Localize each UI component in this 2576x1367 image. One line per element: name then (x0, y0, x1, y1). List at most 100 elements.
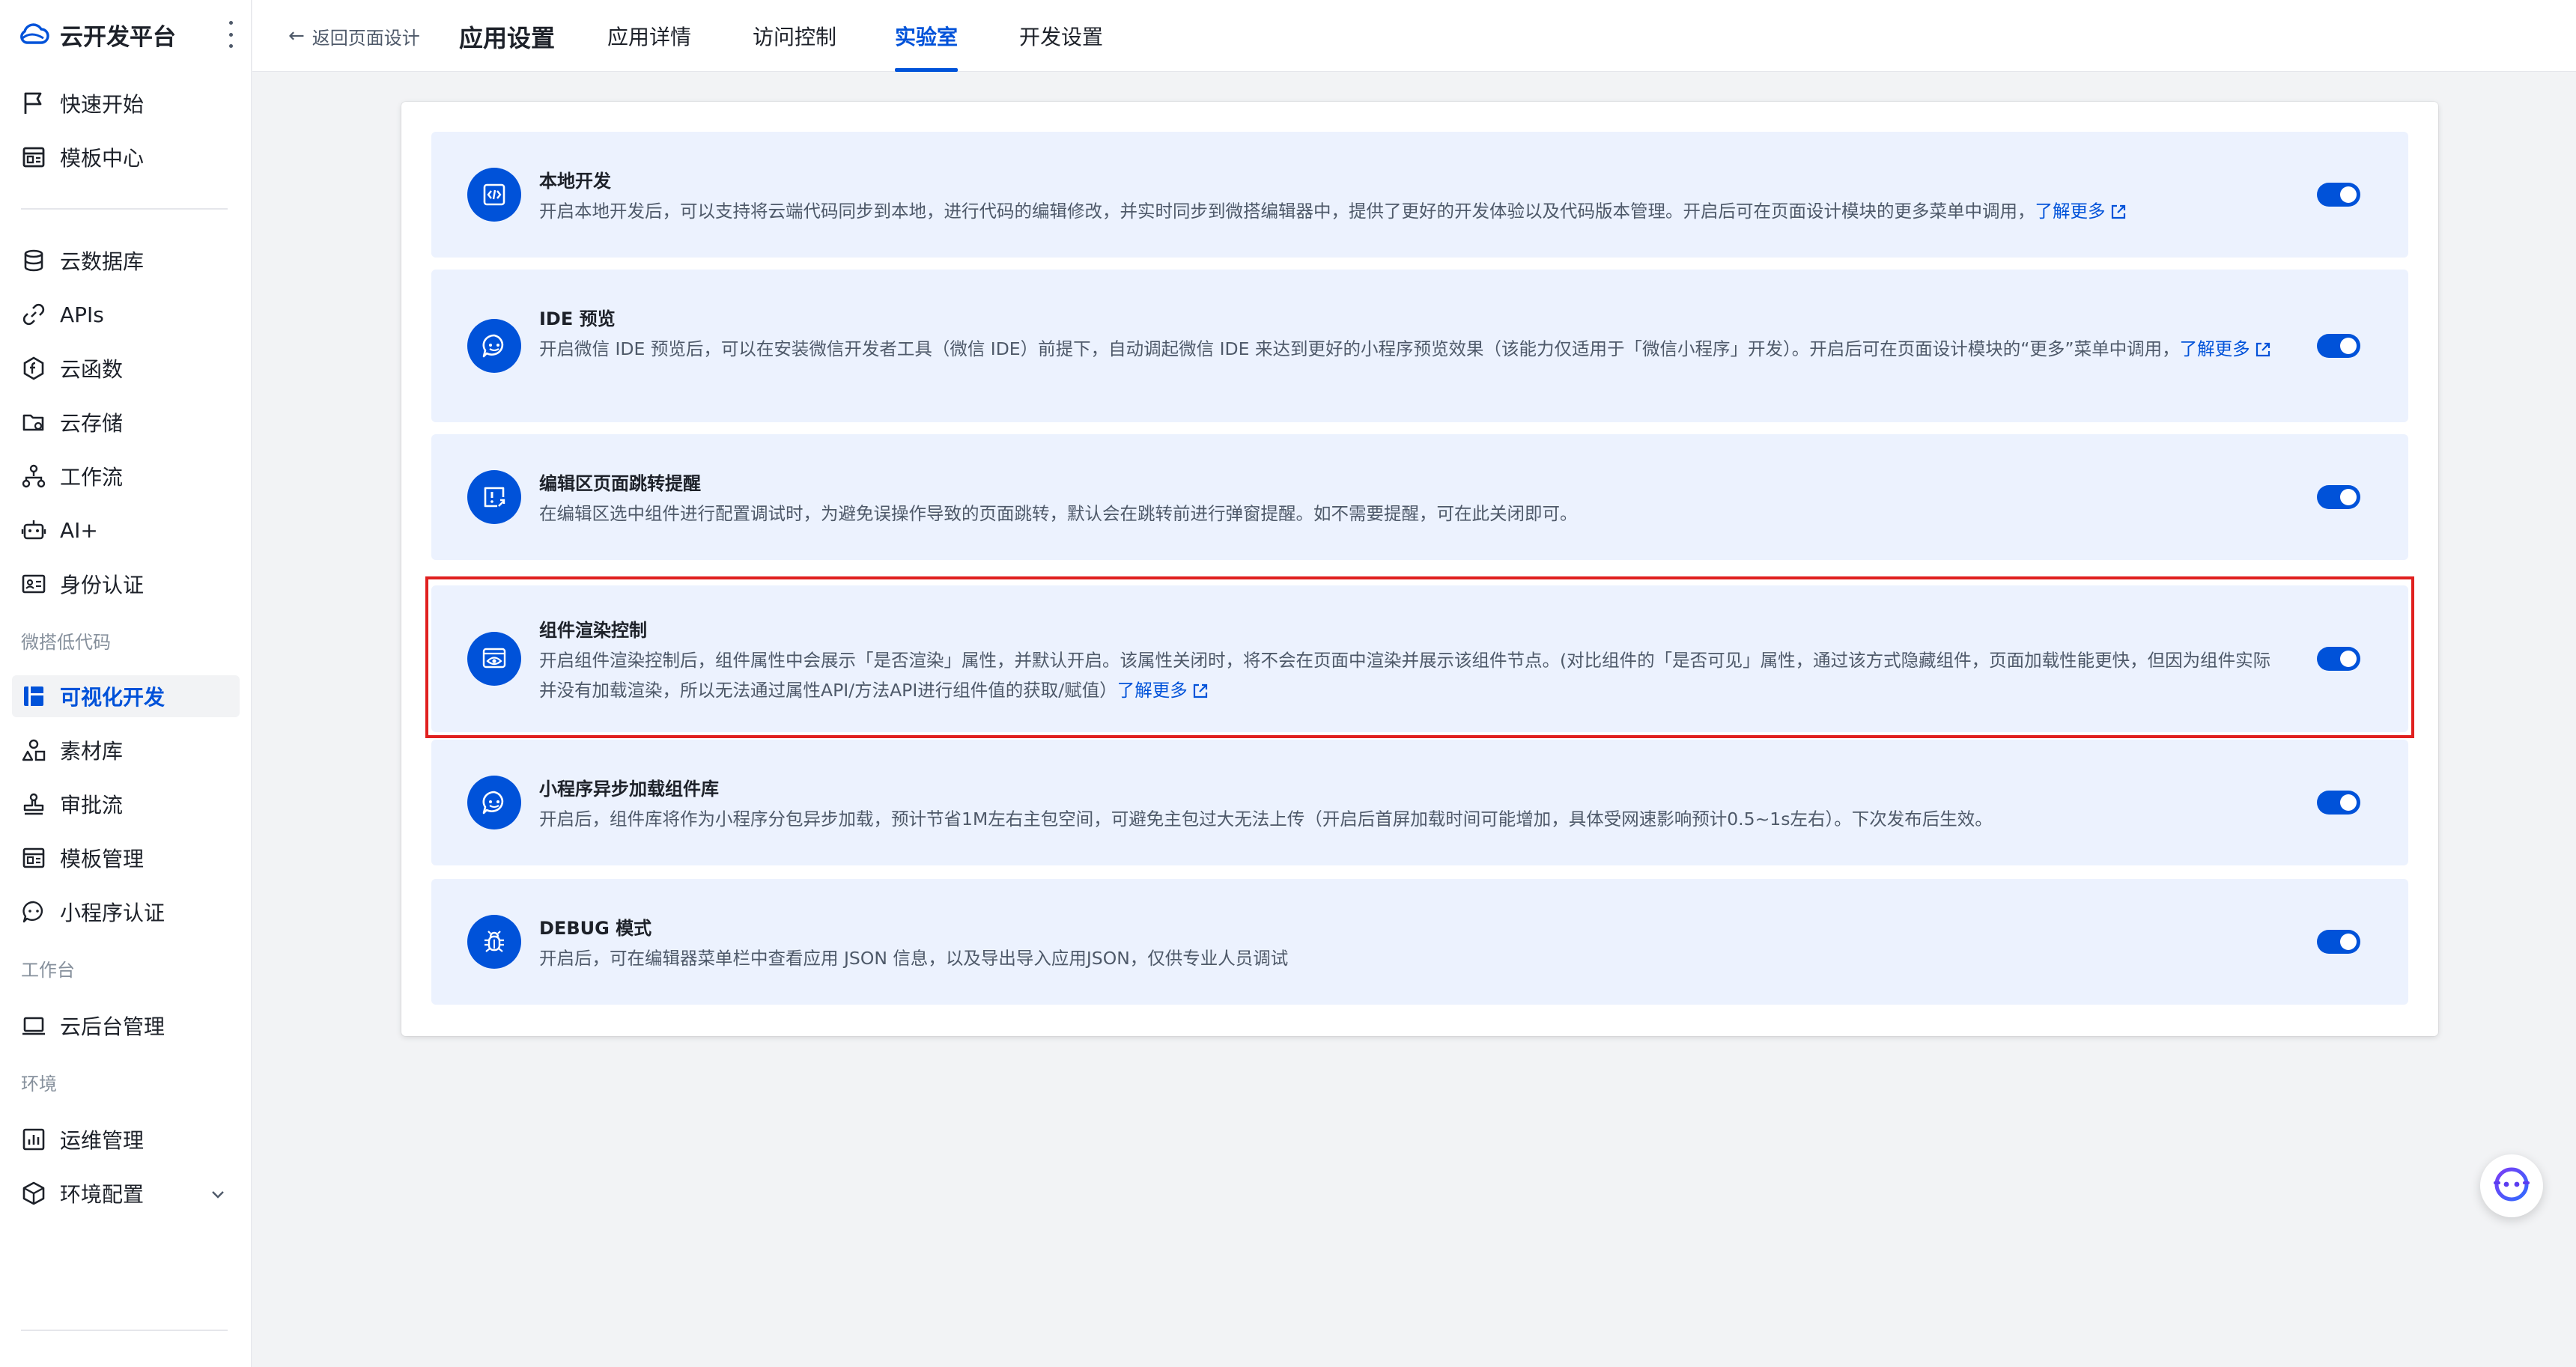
sidebar-item-quick-start[interactable]: 快速开始 (12, 82, 240, 124)
sidebar-item-workflow[interactable]: 工作流 (12, 455, 240, 497)
code-icon (467, 168, 521, 222)
robot-icon (21, 514, 52, 546)
sidebar-item-label: 模板中心 (60, 146, 145, 171)
template-icon (21, 141, 52, 173)
sidebar-item-label: 模板管理 (60, 847, 145, 871)
sidebar-item-identity[interactable]: 身份认证 (12, 563, 240, 605)
divider (21, 208, 228, 210)
feature-description: 开启后，可在编辑器菜单栏中查看应用 JSON 信息，以及导出导入应用JSON，仅… (539, 943, 2284, 973)
miniprogram-icon (467, 319, 521, 373)
sidebar-item-cloud-database[interactable]: 云数据库 (12, 240, 240, 281)
top-header: ← 返回页面设计 应用设置 应用详情 访问控制 实验室 开发设置 (252, 0, 2576, 72)
tab-app-details[interactable]: 应用详情 (607, 21, 691, 72)
cube-icon (21, 1178, 52, 1209)
sidebar-item-label: 环境配置 (60, 1182, 145, 1207)
lab-settings-panel: 本地开发 开启本地开发后，可以支持将云端代码同步到本地，进行代码的编辑修改，并实… (401, 102, 2438, 1036)
chevron-down-icon[interactable] (210, 1186, 226, 1205)
database-icon (21, 245, 52, 276)
divider (21, 1330, 228, 1331)
function-icon (21, 353, 52, 384)
group-label-workbench: 工作台 (21, 960, 75, 981)
more-vertical-icon[interactable] (223, 21, 238, 48)
sidebar-item-template-manage[interactable]: 模板管理 (12, 837, 240, 879)
toggle-knob (2340, 186, 2357, 203)
learn-more-label: 了解更多 (2035, 201, 2106, 222)
sidebar-item-approval[interactable]: 审批流 (12, 783, 240, 825)
sidebar-item-template-center[interactable]: 模板中心 (12, 136, 240, 178)
sidebar-item-env-config[interactable]: 环境配置 (12, 1172, 240, 1214)
sidebar-item-cloud-storage[interactable]: 云存储 (12, 401, 240, 443)
learn-more-label: 了解更多 (1117, 680, 1188, 701)
ide-preview-toggle[interactable] (2317, 334, 2360, 358)
sidebar-item-label: APIs (60, 302, 104, 327)
brand-name: 云开发平台 (60, 23, 176, 51)
sidebar-item-label: 云数据库 (60, 249, 145, 274)
async-lib-toggle[interactable] (2317, 791, 2360, 815)
learn-more-link[interactable]: 了解更多 (2035, 201, 2127, 222)
tab-access-control[interactable]: 访问控制 (753, 21, 836, 72)
debug-toggle[interactable] (2317, 930, 2360, 954)
sidebar-item-label: 身份认证 (60, 573, 145, 597)
sidebar-item-ai[interactable]: AI+ (12, 509, 240, 551)
stamp-icon (21, 788, 52, 820)
sidebar-item-label: 快速开始 (60, 92, 145, 117)
sidebar-item-label: 小程序认证 (60, 901, 165, 925)
feature-card-render-control: 组件渲染控制 开启组件渲染控制后，组件属性中会展示「是否渲染」属性，并默认开启。… (431, 585, 2408, 732)
sidebar-item-miniprogram-auth[interactable]: 小程序认证 (12, 891, 240, 933)
toggle-knob (2340, 934, 2357, 950)
bug-icon (467, 915, 521, 969)
back-to-page-design-link[interactable]: ← 返回页面设计 (288, 22, 420, 49)
tab-dev-settings[interactable]: 开发设置 (1019, 21, 1103, 72)
sidebar-item-cloud-admin[interactable]: 云后台管理 (12, 1005, 240, 1047)
feature-title: 小程序异步加载组件库 (539, 779, 719, 800)
feature-card-ide-preview: IDE 预览 开启微信 IDE 预览后，可以在安装微信开发者工具（微信 IDE）… (431, 270, 2408, 422)
render-control-toggle[interactable] (2317, 647, 2360, 671)
sidebar-item-label: 工作流 (60, 465, 124, 490)
laptop-icon (21, 1010, 52, 1041)
feature-card-async-lib: 小程序异步加载组件库 开启后，组件库将作为小程序分包异步加载，预计节省1M左右主… (431, 740, 2408, 865)
alert-jump-icon (467, 470, 521, 524)
page-title: 应用设置 (459, 24, 556, 52)
template-manage-icon (21, 842, 52, 874)
feature-card-local-dev: 本地开发 开启本地开发后，可以支持将云端代码同步到本地，进行代码的编辑修改，并实… (431, 132, 2408, 258)
toggle-knob (2340, 651, 2357, 667)
sidebar-item-label: 云存储 (60, 411, 124, 436)
learn-more-label: 了解更多 (2179, 338, 2250, 359)
assistant-bot-icon (2492, 1165, 2531, 1207)
workflow-icon (21, 460, 52, 492)
learn-more-link[interactable]: 了解更多 (2180, 338, 2271, 359)
toggle-knob (2340, 338, 2357, 354)
shapes-icon (21, 734, 52, 766)
sidebar-item-label: 运维管理 (60, 1128, 145, 1153)
render-eye-icon (467, 632, 521, 686)
feature-description: 开启本地开发后，可以支持将云端代码同步到本地，进行代码的编辑修改，并实时同步到微… (539, 196, 2284, 226)
cloud-logo-icon (18, 22, 51, 47)
feature-description-text: 在编辑区选中组件进行配置调试时，为避免误操作导致的页面跳转，默认会在跳转前进行弹… (539, 503, 1578, 524)
sidebar-item-label: 云后台管理 (60, 1014, 165, 1039)
feature-description: 开启后，组件库将作为小程序分包异步加载，预计节省1M左右主包空间，可避免主包过大… (539, 804, 2284, 834)
feature-description: 开启组件渲染控制后，组件属性中会展示「是否渲染」属性，并默认开启。该属性关闭时，… (539, 645, 2284, 705)
sidebar-item-visual-dev[interactable]: 可视化开发 (12, 675, 240, 717)
feature-description: 开启微信 IDE 预览后，可以在安装微信开发者工具（微信 IDE）前提下，自动调… (539, 334, 2284, 364)
sidebar-item-ops[interactable]: 运维管理 (12, 1118, 240, 1160)
id-card-icon (21, 568, 52, 600)
feature-card-jump-reminder: 编辑区页面跳转提醒 在编辑区选中组件进行配置调试时，为避免误操作导致的页面跳转，… (431, 434, 2408, 560)
sidebar-item-apis[interactable]: APIs (12, 293, 240, 335)
sidebar-item-assets[interactable]: 素材库 (12, 729, 240, 771)
assistant-fab[interactable] (2480, 1154, 2543, 1217)
external-link-icon (2255, 342, 2270, 357)
feature-title: 本地开发 (539, 171, 611, 192)
folder-icon (21, 407, 52, 438)
jump-reminder-toggle[interactable] (2317, 485, 2360, 509)
sidebar-item-label: 素材库 (60, 739, 124, 764)
tab-lab[interactable]: 实验室 (895, 21, 959, 72)
feature-description-text: 开启微信 IDE 预览后，可以在安装微信开发者工具（微信 IDE）前提下，自动调… (539, 338, 2180, 359)
flag-icon (21, 88, 52, 119)
feature-description-text: 开启后，可在编辑器菜单栏中查看应用 JSON 信息，以及导出导入应用JSON，仅… (539, 948, 1289, 969)
learn-more-link[interactable]: 了解更多 (1117, 680, 1209, 701)
feature-description-text: 开启后，组件库将作为小程序分包异步加载，预计节省1M左右主包空间，可避免主包过大… (539, 809, 1993, 829)
local-dev-toggle[interactable] (2317, 183, 2360, 207)
brand: 云开发平台 (18, 16, 243, 52)
sidebar-item-cloud-function[interactable]: 云函数 (12, 347, 240, 389)
toggle-knob (2340, 489, 2357, 505)
